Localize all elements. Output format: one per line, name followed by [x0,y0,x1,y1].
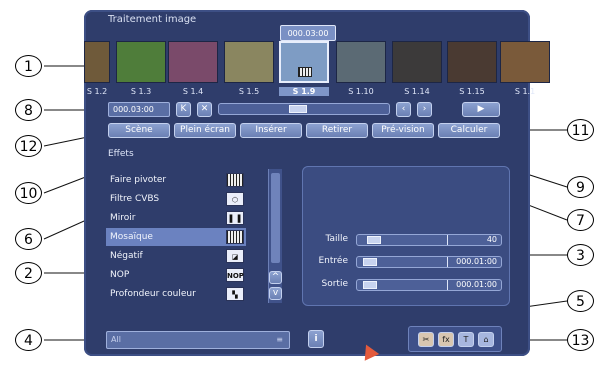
filter-dropdown-value: All [111,335,121,344]
thumbnail-label: S 1.9 [279,87,329,96]
list-item[interactable]: Profondeur couleur ▚ [106,285,246,303]
effect-name: Miroir [110,213,136,223]
negative-icon: ◪ [226,249,244,263]
scroll-up-icon[interactable]: ^ [269,271,282,284]
mirror-icon: ▌▐ [226,211,244,225]
thumbnail-label: S 1.2 [86,87,108,96]
thumbnail-label: S 1.14 [404,87,430,96]
callout-number: 6 [15,228,42,250]
arrow-right-icon[interactable]: › [417,102,432,117]
thumbnail-label: S 1.1 [514,87,536,96]
param-label: Entrée [318,256,349,266]
param-value: 000.01:00 [456,257,497,266]
thumbnail[interactable] [224,41,274,83]
list-item[interactable]: Miroir ▌▐ [106,209,246,227]
thumbnail-label: S 1.3 [130,87,152,96]
fullscreen-button[interactable]: Plein écran [174,123,236,138]
callout-number: 7 [567,209,594,231]
list-item[interactable]: NOP NOP [106,266,246,284]
param-value: 40 [486,235,497,244]
mosaic-icon [226,230,244,244]
cvbs-icon: ⬡ [226,192,244,206]
effect-name: NOP [110,270,130,280]
arrow-left-icon[interactable]: ‹ [396,102,411,117]
param-slider[interactable]: 000.01:00 [356,256,502,268]
callout-number: 13 [567,329,594,351]
callout-number: 8 [15,99,42,121]
callout-number: 1 [15,55,42,77]
rotate-icon [226,173,244,187]
skip-back-icon[interactable]: K [176,102,191,117]
callout-number: 11 [567,119,594,141]
effect-name: Négatif [110,251,143,261]
param-slider[interactable]: 000.01:00 [356,279,502,291]
text-icon[interactable]: T [458,332,474,347]
thumbnail[interactable] [392,41,442,83]
effect-name: Profondeur couleur [110,289,196,299]
param-knob[interactable] [367,236,382,244]
param-divider [447,235,448,245]
callout-number: 2 [15,262,42,284]
scroll-down-icon[interactable]: v [269,287,282,300]
nop-icon: NOP [226,268,244,282]
effects-label: Effets [108,149,134,159]
compute-button[interactable]: Calculer [438,123,500,138]
effects-list: Faire pivoter Filtre CVBS ⬡ Miroir ▌▐ Mosaïqu… [106,169,268,303]
thumbnail[interactable] [500,41,550,83]
effects-scrollbar[interactable]: ^ v [268,169,282,303]
remove-button[interactable]: Retirer [306,123,368,138]
time-field[interactable]: 000.03:00 [108,102,170,117]
menu-lines-icon: ≡ [276,335,283,344]
timecode-popup: 000.03:00 [280,25,336,41]
param-divider [447,257,448,267]
mark-icon[interactable]: ✕ [197,102,212,117]
thumbnail[interactable] [336,41,386,83]
param-label: Sortie [321,279,349,289]
scene-button[interactable]: Scène [108,123,170,138]
callout-number: 12 [15,135,42,157]
mosaic-icon [298,67,312,77]
param-label: Taille [325,234,348,244]
callout-number: 3 [567,244,594,266]
list-item[interactable]: Négatif ◪ [106,247,246,265]
filter-dropdown[interactable]: All ≡ [106,331,290,349]
list-item[interactable]: Filtre CVBS ⬡ [106,190,246,208]
effect-name: Faire pivoter [110,175,167,185]
preview-button[interactable]: Pré-vision [372,123,434,138]
thumbnail-label: S 1.10 [348,87,374,96]
play-icon[interactable]: ▶ [462,102,500,117]
thumbnail[interactable] [168,41,218,83]
insert-button[interactable]: Insérer [240,123,302,138]
thumbnail-label: S 1.5 [238,87,260,96]
callout-number: 5 [567,290,594,312]
effect-name: Filtre CVBS [110,194,160,204]
param-knob[interactable] [362,281,377,289]
scissors-icon[interactable]: ✂ [418,332,434,347]
thumbnail[interactable] [447,41,497,83]
list-item[interactable]: Mosaïque [106,228,246,246]
param-knob[interactable] [362,258,377,266]
fx-icon[interactable]: fx [438,332,454,347]
thumbnail[interactable] [116,41,166,83]
thumbnail[interactable] [279,41,329,83]
effect-name: Mosaïque [110,232,153,242]
scroll-thumb[interactable] [271,173,280,263]
thumbnail-label: S 1.15 [459,87,485,96]
callout-number: 9 [567,176,594,198]
param-slider[interactable]: 40 [356,234,502,246]
thumbnail-label: S 1.4 [182,87,204,96]
timeline-knob[interactable] [289,105,307,113]
param-divider [447,280,448,290]
callout-number: 4 [15,329,42,351]
list-item[interactable]: Faire pivoter [106,171,246,189]
window-title: Traitement image [108,14,197,25]
home-icon[interactable]: ⌂ [478,332,494,347]
callout-number: 10 [15,182,42,204]
info-icon[interactable]: i [308,330,324,348]
param-value: 000.01:00 [456,280,497,289]
timeline-slider[interactable] [218,103,390,115]
color-depth-icon: ▚ [226,287,244,301]
thumbnail[interactable] [84,41,110,83]
